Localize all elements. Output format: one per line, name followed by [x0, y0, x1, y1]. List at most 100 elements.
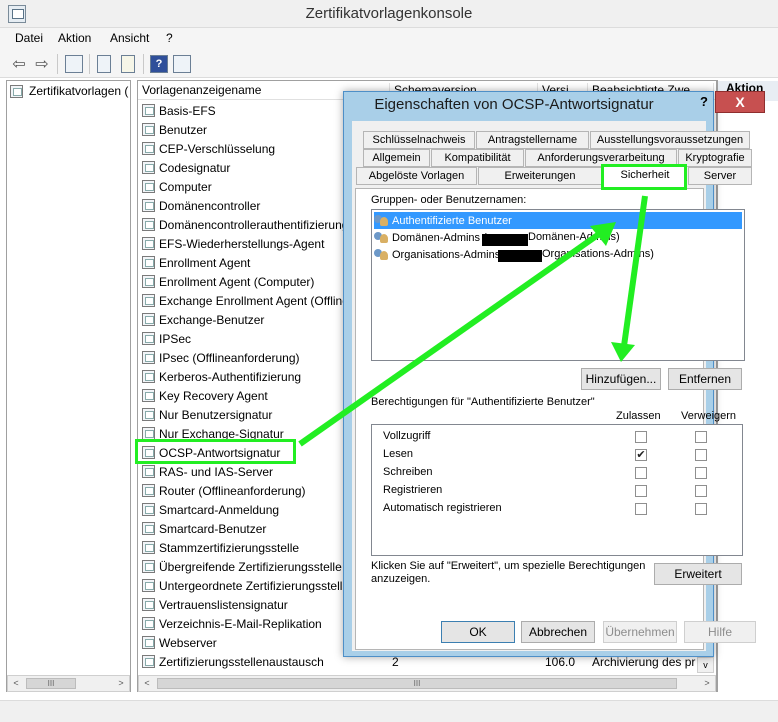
scroll-thumb[interactable]: III: [26, 678, 76, 689]
menu-datei[interactable]: Datei: [15, 31, 43, 45]
list-item[interactable]: Key Recovery Agent: [142, 386, 268, 405]
list-item[interactable]: Router (Offlineanforderung): [142, 481, 306, 500]
list-item[interactable]: Smartcard-Benutzer: [142, 519, 266, 538]
add-button[interactable]: Hinzufügen...: [581, 368, 661, 390]
list-item[interactable]: Webserver: [142, 633, 217, 652]
tab-abgelöste-vorlagen[interactable]: Abgelöste Vorlagen: [356, 167, 477, 185]
tree-root-item[interactable]: Zertifikatvorlagen (: [10, 82, 130, 100]
forward-arrow-icon[interactable]: ⇨: [31, 53, 53, 75]
advanced-button[interactable]: Erweitert: [654, 563, 742, 585]
properties-icon[interactable]: [93, 53, 115, 75]
list-item[interactable]: Nur Benutzersignatur: [142, 405, 272, 424]
permission-deny-checkbox[interactable]: [695, 467, 707, 479]
list-item[interactable]: Stammzertifizierungsstelle: [142, 538, 299, 557]
scroll-right-button[interactable]: >: [113, 676, 129, 691]
back-arrow-icon[interactable]: ⇦: [8, 53, 30, 75]
allow-header: Zulassen: [616, 410, 661, 422]
export-list-icon[interactable]: [117, 53, 139, 75]
template-icon: [142, 161, 155, 174]
permission-deny-checkbox[interactable]: [695, 431, 707, 443]
permission-label: Registrieren: [383, 484, 443, 496]
template-icon: [142, 465, 155, 478]
list-item[interactable]: IPSec: [142, 329, 191, 348]
principal-item[interactable]: Organisations-Admins (: [374, 246, 507, 263]
scroll-left-button[interactable]: <: [8, 676, 24, 691]
list-item[interactable]: Enrollment Agent (Computer): [142, 272, 314, 291]
list-item[interactable]: Untergeordnete Zertifizierungsstell: [142, 576, 342, 595]
scroll-right-button[interactable]: >: [699, 676, 715, 691]
menu-aktion[interactable]: Aktion: [58, 31, 91, 45]
list-item[interactable]: Kerberos-Authentifizierung: [142, 367, 301, 386]
scroll-left-button[interactable]: <: [139, 676, 155, 691]
permission-allow-checkbox[interactable]: [635, 485, 647, 497]
template-icon: [142, 294, 155, 307]
template-icon: [142, 142, 155, 155]
tab-schlüsselnachweis[interactable]: Schlüsselnachweis: [363, 131, 475, 149]
last-row-schema: 2: [392, 655, 399, 669]
tab-erweiterungen[interactable]: Erweiterungen: [478, 167, 602, 185]
list-item-label: IPsec (Offlineanforderung): [159, 350, 300, 365]
list-item[interactable]: Benutzer: [142, 120, 207, 139]
list-item-label: CEP-Verschlüsselung: [159, 141, 276, 156]
list-item[interactable]: Smartcard-Anmeldung: [142, 500, 279, 519]
help-icon[interactable]: ?: [148, 53, 170, 75]
permission-deny-checkbox[interactable]: [695, 449, 707, 461]
tab-kompatibilität[interactable]: Kompatibilität: [431, 149, 524, 167]
list-item[interactable]: Zertifizierungsstellenaustausch: [142, 652, 324, 671]
scroll-thumb[interactable]: III: [157, 678, 677, 689]
permission-allow-checkbox[interactable]: [635, 467, 647, 479]
permission-allow-checkbox[interactable]: [635, 431, 647, 443]
list-item[interactable]: Vertrauenslistensignatur: [142, 595, 288, 614]
show-action-pane-icon[interactable]: [171, 53, 193, 75]
permission-allow-checkbox[interactable]: ✔: [635, 449, 647, 461]
list-item[interactable]: Basis-EFS: [142, 101, 216, 120]
help-button[interactable]: Hilfe: [684, 621, 756, 643]
ok-button[interactable]: OK: [441, 621, 515, 643]
user-group-icon: [374, 214, 390, 228]
dialog-help-button[interactable]: ?: [694, 93, 714, 111]
principal-domain: Organisations-Admins): [542, 248, 654, 260]
show-tree-icon[interactable]: [63, 53, 85, 75]
principal-item[interactable]: Authentifizierte Benutzer: [374, 212, 742, 229]
principal-item[interactable]: Domänen-Admins (: [374, 229, 487, 246]
list-item[interactable]: Computer: [142, 177, 212, 196]
list-item[interactable]: CEP-Verschlüsselung: [142, 139, 275, 158]
list-item[interactable]: RAS- und IAS-Server: [142, 462, 273, 481]
permission-deny-checkbox[interactable]: [695, 503, 707, 515]
template-icon: [142, 655, 155, 668]
tab-ausstellungsvoraussetzungen[interactable]: Ausstellungsvoraussetzungen: [590, 131, 750, 149]
template-icon: [142, 503, 155, 516]
template-icon: [142, 617, 155, 630]
list-item-label: Smartcard-Benutzer: [159, 521, 267, 536]
cancel-button[interactable]: Abbrechen: [521, 621, 595, 643]
list-item[interactable]: Codesignatur: [142, 158, 230, 177]
tab-server[interactable]: Server: [688, 167, 752, 185]
list-item[interactable]: Enrollment Agent: [142, 253, 250, 272]
list-item[interactable]: Übergreifende Zertifizierungsstelle: [142, 557, 342, 576]
list-item-label: Domänencontroller: [159, 198, 261, 213]
template-icon: [142, 104, 155, 117]
tab-allgemein[interactable]: Allgemein: [363, 149, 430, 167]
apply-button[interactable]: Übernehmen: [603, 621, 677, 643]
menu-help[interactable]: ?: [166, 31, 173, 45]
list-horizontal-scrollbar[interactable]: < III >: [138, 675, 716, 692]
permission-deny-checkbox[interactable]: [695, 485, 707, 497]
list-item[interactable]: EFS-Wiederherstellungs-Agent: [142, 234, 324, 253]
template-icon: [142, 579, 155, 592]
list-item[interactable]: IPsec (Offlineanforderung): [142, 348, 300, 367]
list-item[interactable]: Exchange-Benutzer: [142, 310, 264, 329]
list-item[interactable]: Domänencontrollerauthentifizierung: [142, 215, 348, 234]
list-item[interactable]: Exchange Enrollment Agent (Offline: [142, 291, 349, 310]
tab-kryptografie[interactable]: Kryptografie: [678, 149, 752, 167]
list-item[interactable]: Verzeichnis-E-Mail-Replikation: [142, 614, 322, 633]
permission-label: Lesen: [383, 448, 413, 460]
dialog-close-button[interactable]: X: [715, 91, 765, 113]
tree-horizontal-scrollbar[interactable]: < III >: [7, 675, 130, 692]
list-item[interactable]: Domänencontroller: [142, 196, 260, 215]
scroll-down-button[interactable]: v: [697, 657, 714, 673]
permission-allow-checkbox[interactable]: [635, 503, 647, 515]
menu-ansicht[interactable]: Ansicht: [110, 31, 149, 45]
tab-antragstellername[interactable]: Antragstellername: [476, 131, 589, 149]
template-icon: [142, 199, 155, 212]
remove-button[interactable]: Entfernen: [668, 368, 742, 390]
